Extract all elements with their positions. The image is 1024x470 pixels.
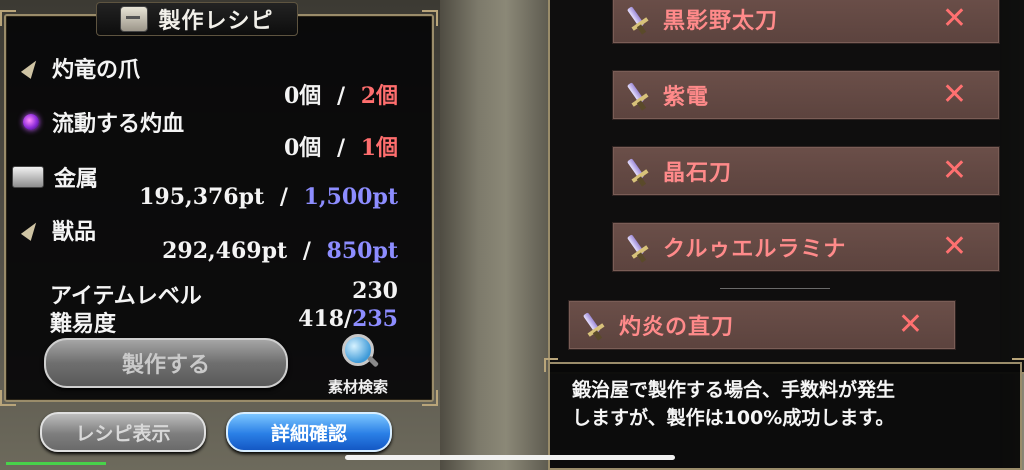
home-indicator[interactable] bbox=[345, 455, 675, 460]
anvil-icon bbox=[120, 6, 149, 32]
material-separator: / bbox=[279, 184, 288, 210]
claw-icon bbox=[20, 57, 42, 79]
material-name: 獣品 bbox=[52, 220, 97, 245]
sword-icon bbox=[626, 156, 657, 187]
unavailable-x-icon: ✕ bbox=[941, 153, 967, 188]
material-search-button[interactable]: 素材検索 bbox=[318, 334, 398, 397]
material-have: 195,376pt bbox=[139, 184, 265, 210]
panel-corner bbox=[422, 10, 438, 26]
panel-corner bbox=[0, 390, 16, 406]
info-message-box: 鍛治屋で製作する場合、手数料が発生 しますが、製作は100%成功します。 bbox=[544, 358, 1024, 470]
unavailable-x-icon: ✕ bbox=[941, 77, 967, 112]
material-count: 0個 / 2個 bbox=[284, 78, 398, 110]
claw-icon bbox=[20, 219, 42, 241]
sword-icon bbox=[626, 232, 657, 263]
unavailable-x-icon: ✕ bbox=[941, 1, 967, 36]
weapon-name: 紫電 bbox=[663, 85, 710, 110]
material-count: 195,376pt / 1,500pt bbox=[139, 184, 398, 210]
material-name: 金属 bbox=[54, 167, 99, 192]
weapon-name: 黒影野太刀 bbox=[663, 9, 779, 34]
difficulty-max: 235 bbox=[352, 306, 398, 332]
sword-icon bbox=[582, 310, 613, 341]
material-name: 流動する灼血 bbox=[52, 112, 185, 137]
msg-corner bbox=[544, 358, 558, 372]
list-divider bbox=[720, 288, 830, 289]
weapon-name: 灼炎の直刀 bbox=[619, 315, 735, 340]
message-line: 鍛治屋で製作する場合、手数料が発生 bbox=[572, 379, 896, 401]
material-separator: / bbox=[336, 83, 346, 109]
material-need: 850pt bbox=[326, 238, 398, 264]
material-have: 292,469pt bbox=[162, 238, 288, 264]
recipe-view-button[interactable]: レシピ表示 bbox=[40, 412, 206, 452]
material-count: 0個 / 1個 bbox=[284, 130, 398, 162]
unavailable-x-icon: ✕ bbox=[897, 307, 923, 342]
weapon-list-item[interactable]: 晶石刀 ✕ bbox=[612, 146, 1000, 196]
craft-button[interactable]: 製作する bbox=[44, 338, 288, 388]
material-need: 2個 bbox=[360, 83, 398, 109]
material-count: 292,469pt / 850pt bbox=[162, 238, 398, 264]
panel-corner bbox=[0, 10, 16, 26]
progress-strip bbox=[6, 462, 106, 465]
material-have: 0個 bbox=[283, 135, 322, 161]
recipe-title-bar: 製作レシピ bbox=[96, 2, 298, 36]
weapon-list-item-selected[interactable]: 灼炎の直刀 ✕ bbox=[568, 300, 956, 350]
weapon-name: クルゥエルラミナ bbox=[663, 237, 847, 262]
material-have: 0個 bbox=[283, 83, 322, 109]
detail-confirm-button[interactable]: 詳細確認 bbox=[226, 412, 392, 452]
recipe-title: 製作レシピ bbox=[158, 9, 274, 34]
msg-corner bbox=[1012, 358, 1024, 372]
sword-icon bbox=[626, 80, 657, 111]
material-row: 流動する灼血 bbox=[20, 106, 184, 138]
unavailable-x-icon: ✕ bbox=[941, 229, 967, 264]
background-wall bbox=[440, 0, 550, 470]
material-row: 獣品 bbox=[20, 214, 96, 246]
weapon-name: 晶石刀 bbox=[663, 161, 733, 186]
panel-corner bbox=[422, 390, 438, 406]
material-separator: / bbox=[336, 135, 346, 161]
material-separator: / bbox=[302, 238, 311, 264]
material-need: 1個 bbox=[360, 135, 398, 161]
difficulty-current: 418/ bbox=[298, 306, 353, 332]
difficulty-value: 418/235 bbox=[298, 306, 398, 332]
material-row: 灼竜の爪 bbox=[20, 52, 140, 84]
weapon-list-item[interactable]: 黒影野太刀 ✕ bbox=[612, 0, 1000, 44]
material-name: 灼竜の爪 bbox=[52, 58, 141, 83]
sword-icon bbox=[626, 4, 657, 35]
orb-icon bbox=[20, 111, 42, 133]
material-search-label: 素材検索 bbox=[327, 378, 388, 396]
message-line: しますが、製作は100%成功します。 bbox=[572, 407, 895, 429]
recipe-panel: 製作レシピ 灼竜の爪 0個 / 2個 流動する灼血 0個 / 1個 金属 195… bbox=[0, 2, 438, 406]
item-level-value: 230 bbox=[352, 278, 398, 304]
magnifier-icon bbox=[342, 334, 374, 366]
material-need: 1,500pt bbox=[303, 184, 398, 210]
difficulty-label: 難易度 bbox=[50, 312, 117, 337]
weapon-list-item[interactable]: 紫電 ✕ bbox=[612, 70, 1000, 120]
metal-icon bbox=[12, 166, 44, 188]
weapon-list-item[interactable]: クルゥエルラミナ ✕ bbox=[612, 222, 1000, 272]
material-row: 金属 bbox=[12, 161, 98, 193]
